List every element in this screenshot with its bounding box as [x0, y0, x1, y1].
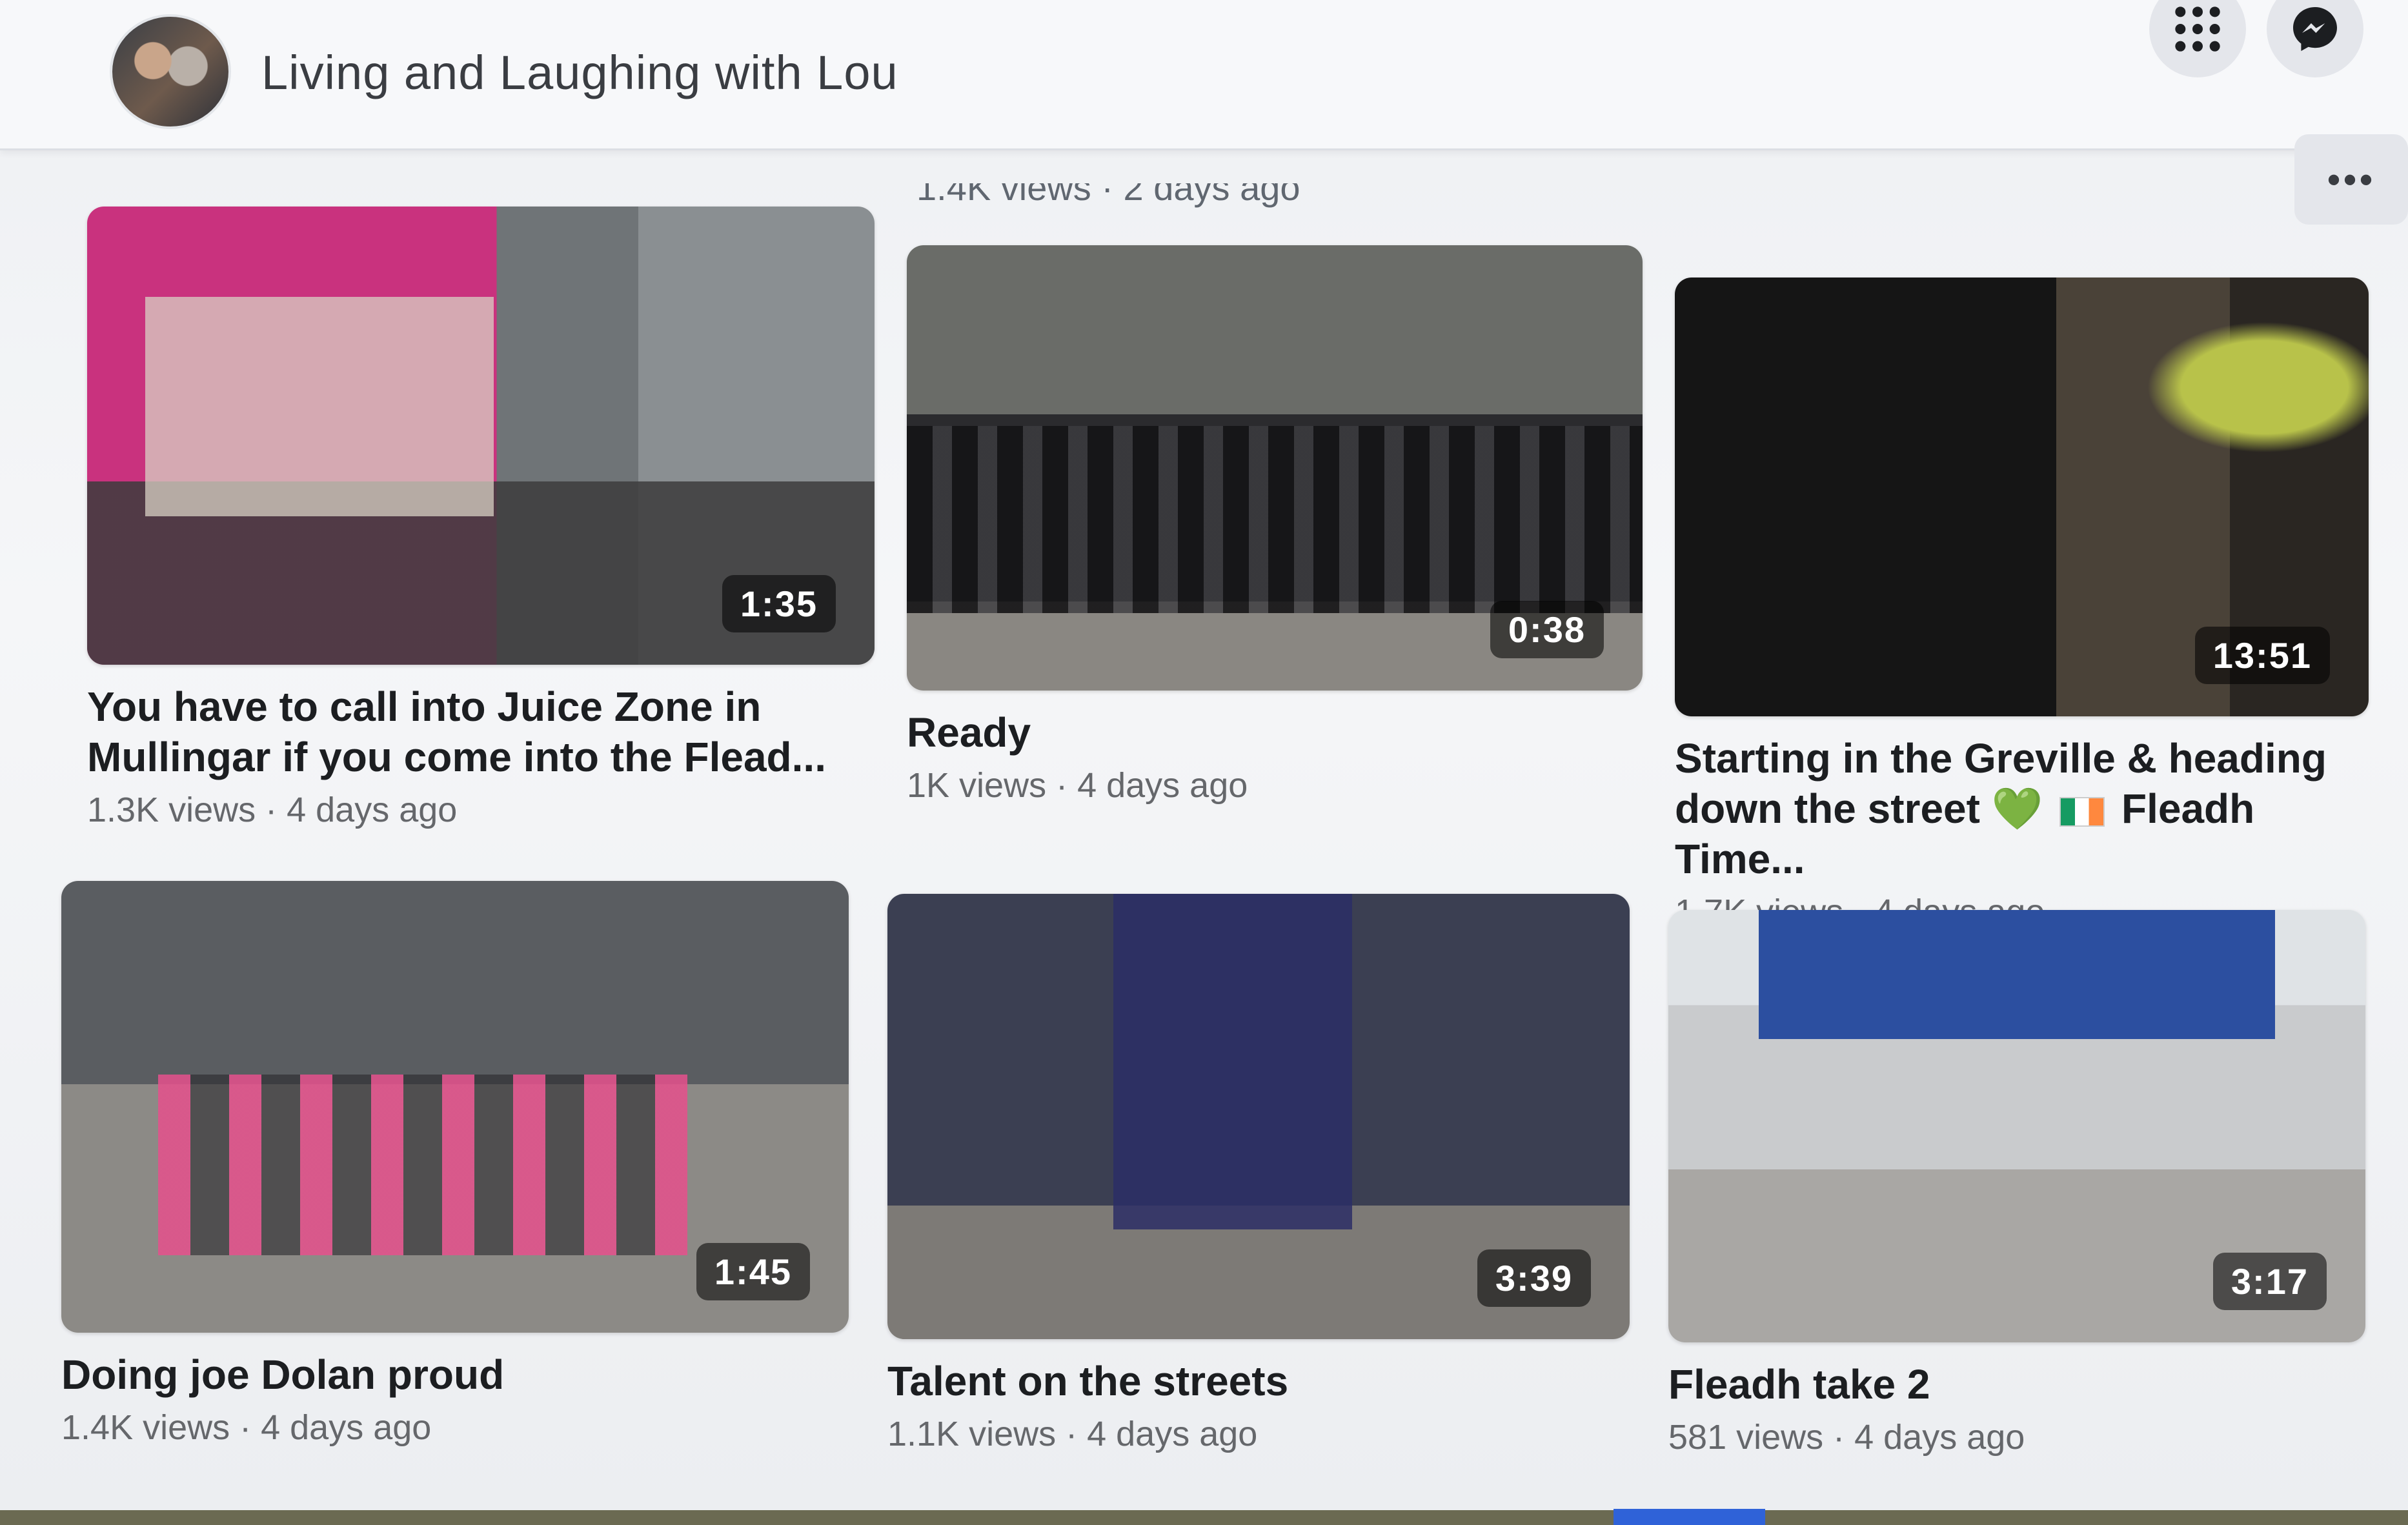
video-thumbnail[interactable]: 1:35	[87, 207, 875, 665]
video-title-line: down the street 💚 Fleadh Time...	[1675, 783, 2369, 884]
video-card[interactable]: 3:17 Fleadh take 2 581 views · 4 days ag…	[1668, 910, 2365, 1457]
video-title[interactable]: Doing joe Dolan proud	[61, 1349, 849, 1400]
page-avatar[interactable]	[110, 14, 231, 129]
screen: Living and Laughing with Lou ••• 1.4K vi…	[0, 0, 2408, 1525]
ireland-flag-icon	[2059, 797, 2105, 827]
video-duration: 13:51	[2194, 627, 2330, 684]
screen-bottom-edge	[0, 1510, 2408, 1525]
video-thumbnail[interactable]: 13:51	[1675, 278, 2369, 716]
video-duration: 1:45	[696, 1243, 810, 1300]
video-card[interactable]: 1:35 You have to call into Juice Zone in…	[87, 207, 875, 830]
video-title[interactable]: Fleadh take 2	[1668, 1359, 2365, 1409]
shop-front	[145, 297, 494, 516]
video-meta: 1K views · 4 days ago	[907, 766, 1248, 805]
grid-menu-icon	[2175, 6, 2220, 52]
video-thumbnail[interactable]: 1:45	[61, 881, 849, 1333]
video-title-line: Mullingar if you come into the Flead...	[87, 734, 826, 780]
scroll-indicator[interactable]	[1614, 1509, 1765, 1525]
page-title[interactable]: Living and Laughing with Lou	[261, 45, 898, 100]
video-card[interactable]: 0:38 Ready 1K views · 4 days ago	[907, 245, 1643, 805]
more-options-button[interactable]: •••	[2294, 134, 2408, 225]
video-title[interactable]: Starting in the Greville & heading down …	[1675, 733, 2369, 884]
previous-row-meta: 1.4K views · 2 days ago	[916, 167, 1300, 208]
page-header: Living and Laughing with Lou	[0, 0, 2408, 150]
storefront-panel	[1113, 894, 1352, 1229]
video-title[interactable]: Talent on the streets	[887, 1356, 1630, 1406]
video-meta: 1.4K views · 4 days ago	[61, 1408, 432, 1447]
video-duration: 3:17	[2212, 1253, 2327, 1310]
video-meta: 581 views · 4 days ago	[1668, 1418, 2025, 1457]
green-heart-icon: 💚	[1991, 785, 2043, 832]
video-duration: 0:38	[1490, 601, 1604, 658]
dancers-silhouette	[158, 1075, 687, 1255]
messenger-button[interactable]	[2267, 0, 2363, 77]
title-text: down the street	[1675, 785, 1980, 832]
grid-menu-button[interactable]	[2149, 0, 2246, 77]
video-title-line: You have to call into Juice Zone in	[87, 683, 762, 730]
video-title[interactable]: You have to call into Juice Zone in Mull…	[87, 682, 875, 782]
video-thumbnail[interactable]: 3:39	[887, 894, 1630, 1339]
video-thumbnail[interactable]: 0:38	[907, 245, 1643, 691]
video-duration: 3:39	[1477, 1249, 1591, 1307]
banner	[1759, 910, 2275, 1039]
video-meta: 1.1K views · 4 days ago	[887, 1415, 1258, 1453]
video-meta: 1.3K views · 4 days ago	[87, 791, 458, 829]
video-duration: 1:35	[722, 575, 836, 632]
video-title-line: Starting in the Greville & heading	[1675, 735, 2327, 782]
video-thumbnail[interactable]: 3:17	[1668, 910, 2365, 1342]
video-card[interactable]: 13:51 Starting in the Greville & heading…	[1675, 278, 2369, 932]
video-card[interactable]: 1:45 Doing joe Dolan proud 1.4K views · …	[61, 881, 849, 1448]
video-title[interactable]: Ready	[907, 707, 1643, 758]
messenger-icon	[2293, 7, 2337, 51]
video-card[interactable]: 3:39 Talent on the streets 1.1K views · …	[887, 894, 1630, 1454]
crowd-silhouette	[907, 426, 1643, 613]
